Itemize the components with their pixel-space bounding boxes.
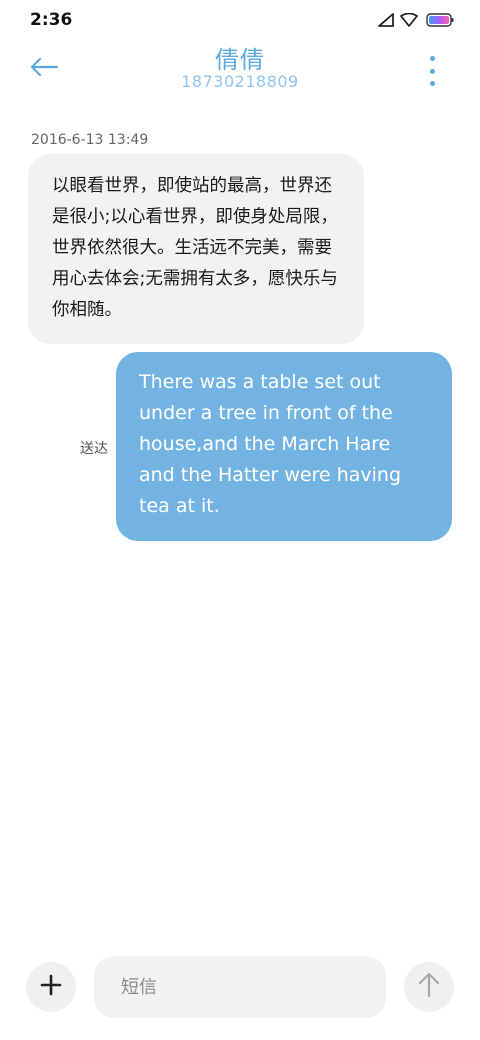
send-button[interactable] xyxy=(404,962,454,1012)
message-timestamp: 2016-6-13 13:49 xyxy=(31,132,149,148)
contact-name[interactable]: 倩倩 xyxy=(0,40,480,75)
more-vertical-icon xyxy=(429,56,435,61)
arrow-up-icon xyxy=(418,972,440,1002)
status-time: 2:36 xyxy=(30,10,73,30)
status-icons xyxy=(378,12,454,28)
more-vertical-icon-dot xyxy=(429,68,435,74)
battery-icon xyxy=(426,13,454,27)
outgoing-message-text: There was a table set out under a tree i… xyxy=(139,371,402,517)
add-attachment-button[interactable] xyxy=(26,962,76,1012)
plus-icon xyxy=(40,974,62,1000)
message-input[interactable] xyxy=(94,956,386,1018)
more-vertical-icon-dot xyxy=(429,81,435,86)
outgoing-message-bubble[interactable]: There was a table set out under a tree i… xyxy=(116,352,452,541)
message-composer xyxy=(0,955,480,1020)
delivery-status: 送达 xyxy=(80,441,108,457)
incoming-message-bubble[interactable]: 以眼看世界，即使站的最高，世界还是很小;以心看世界，即使身处局限，世界依然很大。… xyxy=(28,154,364,344)
more-options-button[interactable] xyxy=(422,56,442,86)
conversation-header: 倩倩 18730218809 xyxy=(0,40,480,110)
cellular-signal-icon xyxy=(378,13,394,27)
contact-number: 18730218809 xyxy=(181,72,299,91)
status-bar: 2:36 xyxy=(0,0,480,40)
wifi-icon xyxy=(400,13,418,27)
incoming-message-text: 以眼看世界，即使站的最高，世界还是很小;以心看世界，即使身处局限，世界依然很大。… xyxy=(52,176,338,320)
